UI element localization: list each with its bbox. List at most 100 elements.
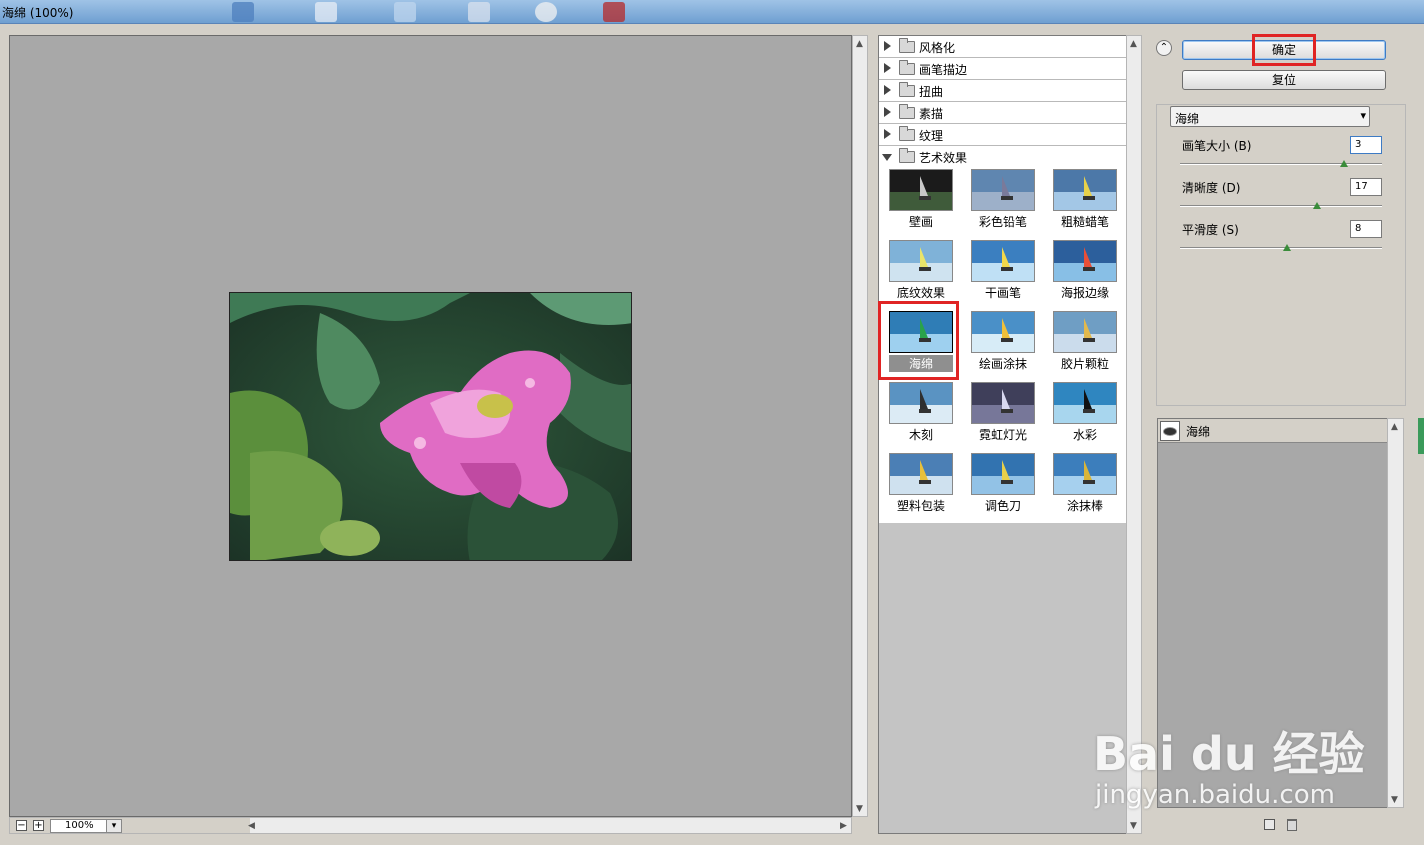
filter-label: 海报边缘 [1060,286,1109,300]
filter-thumbnail[interactable]: 彩色铅笔 [969,169,1049,237]
filter-label: 彩色铅笔 [978,215,1027,229]
param-slider-knob[interactable] [1340,160,1348,167]
expand-arrow-icon[interactable] [884,63,891,73]
scroll-left-icon[interactable]: ◀ [248,821,255,831]
category-brush-strokes[interactable]: 画笔描边 [879,58,1126,80]
collapse-gallery-button[interactable]: ⌃ [1156,40,1172,56]
filter-select[interactable]: 海绵 ▾ [1170,106,1370,127]
watermark-url: jingyan.baidu.com [1095,780,1335,810]
taskbar-red-icon[interactable] [603,2,625,22]
filter-list: 风格化 画笔描边 扭曲 素描 纹理 艺术效果 壁画 彩色铅笔 粗糙蜡笔底纹效果 干画笔… [878,35,1127,834]
folder-icon [899,82,915,97]
filter-thumbnail[interactable]: 干画笔 [969,240,1049,308]
scroll-right-icon[interactable]: ▶ [840,821,847,831]
filter-label: 干画笔 [984,286,1021,300]
filter-thumbnail[interactable]: 壁画 [887,169,967,237]
filter-label: 绘画涂抹 [978,357,1027,371]
effect-layer-row[interactable]: 海绵 [1158,419,1387,443]
scroll-up-icon[interactable]: ▲ [1391,422,1398,432]
filter-thumbnail[interactable]: 霓虹灯光 [969,382,1049,450]
collapse-arrow-icon[interactable] [882,154,892,161]
filter-label: 粗糙蜡笔 [1060,215,1109,229]
param-slider-track[interactable] [1180,247,1382,248]
filter-thumbnail[interactable]: 底纹效果 [887,240,967,308]
filter-thumbnail[interactable]: 调色刀 [969,453,1049,521]
filter-thumbnail[interactable]: 粗糙蜡笔 [1051,169,1131,237]
filter-thumbnail[interactable]: 塑料包装 [887,453,967,521]
category-label: 素描 [919,107,944,121]
scroll-down-icon[interactable]: ▼ [1130,821,1137,831]
preview-vertical-scrollbar[interactable]: ▲ ▼ [852,35,868,817]
taskbar-circle-icon[interactable] [535,2,557,22]
category-texture[interactable]: 纹理 [879,124,1126,146]
scroll-down-icon[interactable]: ▼ [856,804,863,814]
param-slider-knob[interactable] [1313,202,1321,209]
param-label: 画笔大小 (B) [1182,139,1252,153]
category-sketch[interactable]: 素描 [879,102,1126,124]
category-label: 艺术效果 [919,151,968,165]
zoom-dropdown-icon[interactable]: ▾ [106,819,122,833]
filter-thumbnail[interactable]: 胶片颗粒 [1051,311,1131,379]
layers-scrollbar[interactable]: ▲ ▼ [1387,418,1404,808]
reset-button[interactable]: 复位 [1182,70,1386,90]
filter-thumbnail[interactable]: 木刻 [887,382,967,450]
category-artistic[interactable]: 艺术效果 [879,146,1126,168]
expand-arrow-icon[interactable] [884,129,891,139]
filter-preview-thumbnail [1053,311,1117,353]
taskbar-folder-icon[interactable] [394,2,416,22]
filter-thumbnail[interactable]: 绘画涂抹 [969,311,1049,379]
filter-preview-thumbnail [1053,382,1117,424]
filter-preview-thumbnail [971,240,1035,282]
filter-thumbnail[interactable]: 水彩 [1051,382,1131,450]
filter-preview-thumbnail [889,240,953,282]
filter-thumbnail[interactable]: 涂抹棒 [1051,453,1131,521]
title-bar: 海绵 (100%) [0,0,1424,24]
filter-select-value: 海绵 [1175,112,1200,126]
category-label: 纹理 [919,129,944,143]
param-value-field[interactable]: 3 [1350,136,1382,154]
side-edge-indicator [1418,418,1424,454]
category-distort[interactable]: 扭曲 [879,80,1126,102]
param-label: 平滑度 (S) [1182,223,1239,237]
filter-list-scrollbar[interactable]: ▲ ▼ [1126,35,1142,834]
filter-preview-thumbnail [971,169,1035,211]
preview-horizontal-scrollbar[interactable]: − + 100% ▾ ◀ ▶ [9,817,852,834]
param-slider-knob[interactable] [1283,244,1291,251]
expand-arrow-icon[interactable] [884,41,891,51]
dropdown-arrow-icon[interactable]: ▾ [1360,109,1366,122]
category-stylize[interactable]: 风格化 [879,36,1126,58]
filter-label: 底纹效果 [896,286,945,300]
filter-list-content: 风格化 画笔描边 扭曲 素描 纹理 艺术效果 壁画 彩色铅笔 粗糙蜡笔底纹效果 干画笔… [879,36,1126,523]
visibility-eye-icon[interactable] [1160,421,1180,441]
taskbar-tool-icon[interactable] [468,2,490,22]
folder-icon [899,104,915,119]
zoom-bar: − + 100% ▾ [10,818,250,833]
baidu-watermark: Bai du 经验 [1093,727,1365,781]
folder-open-icon [899,148,915,163]
new-effect-layer-icon[interactable] [1264,819,1275,830]
filter-label: 调色刀 [984,499,1021,513]
zoom-out-button[interactable]: − [16,820,27,831]
scroll-down-icon[interactable]: ▼ [1391,795,1398,805]
filter-label: 塑料包装 [896,499,945,513]
category-label: 画笔描边 [919,63,968,77]
taskbar-doc-icon[interactable] [315,2,337,22]
param-value-field[interactable]: 17 [1350,178,1382,196]
filter-thumbnail[interactable]: 海报边缘 [1051,240,1131,308]
scroll-up-icon[interactable]: ▲ [856,39,863,49]
filter-preview-thumbnail [1053,169,1117,211]
highlight-ok-button [1252,34,1316,66]
filter-preview-thumbnail [971,311,1035,353]
delete-effect-layer-icon[interactable] [1287,819,1297,831]
param-slider-track[interactable] [1180,205,1382,206]
expand-arrow-icon[interactable] [884,85,891,95]
expand-arrow-icon[interactable] [884,107,891,117]
param-slider-track[interactable] [1180,163,1382,164]
filter-label: 霓虹灯光 [978,428,1027,442]
filter-label: 涂抹棒 [1066,499,1103,513]
param-value-field[interactable]: 8 [1350,220,1382,238]
scroll-up-icon[interactable]: ▲ [1130,39,1137,49]
zoom-in-button[interactable]: + [33,820,44,831]
taskbar-app-icon[interactable] [232,2,254,22]
filter-label: 壁画 [908,215,933,229]
